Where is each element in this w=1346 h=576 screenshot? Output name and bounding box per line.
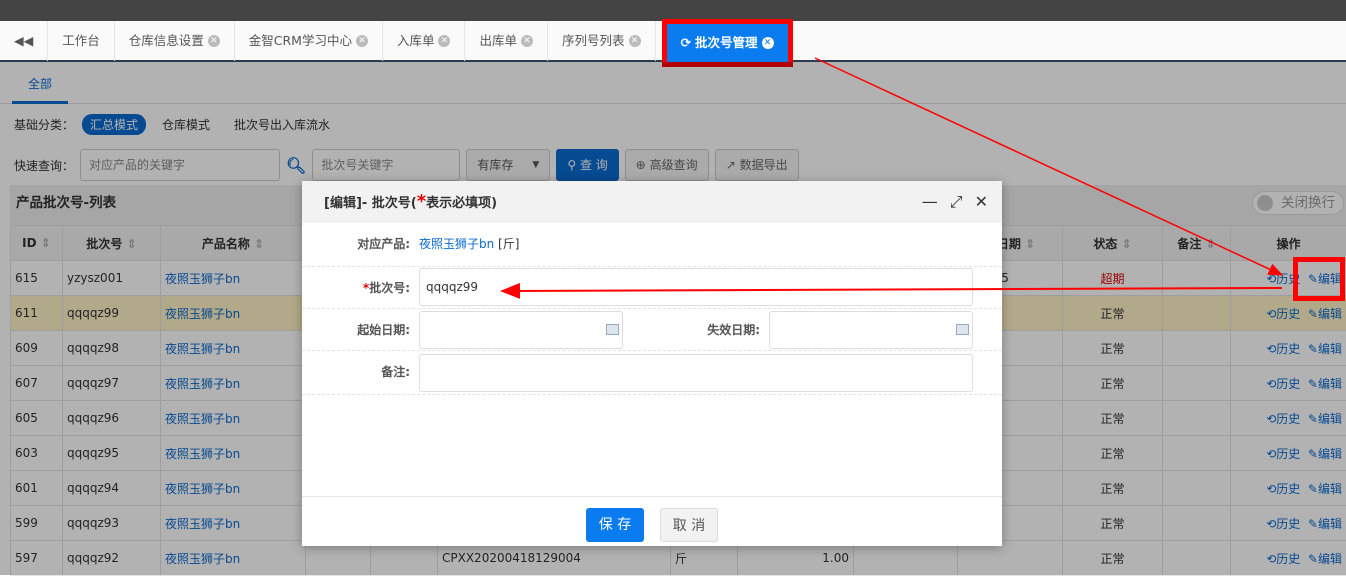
batch-input[interactable]: qqqqz99	[419, 268, 973, 306]
dialog-title: [编辑]- 批次号(	[324, 196, 417, 211]
tabs-back-button[interactable]: ◀◀	[0, 21, 48, 61]
tab-serial-list[interactable]: 序列号列表 ✕	[548, 21, 656, 61]
note-input[interactable]	[419, 354, 973, 392]
dialog-title-suffix: 表示必填项)	[426, 196, 497, 211]
tab-label: 序列号列表	[562, 21, 625, 61]
close-icon[interactable]: ✕	[521, 35, 533, 47]
tab-workbench[interactable]: 工作台	[48, 21, 115, 61]
calendar-icon[interactable]	[956, 324, 969, 335]
tab-batch-management[interactable]: ⟳批次号管理 ✕	[662, 19, 793, 67]
tab-outbound[interactable]: 出库单 ✕	[465, 21, 548, 61]
annotation-highlight-box	[1293, 257, 1345, 301]
tab-label: 出库单	[479, 21, 517, 61]
start-date-label: 起始日期:	[302, 321, 410, 338]
product-link[interactable]: 夜照玉狮子bn	[419, 237, 494, 251]
save-button[interactable]: 保 存	[586, 508, 644, 542]
tab-label: 仓库信息设置	[129, 21, 204, 61]
note-label: 备注:	[302, 363, 410, 380]
close-icon[interactable]: ✕	[356, 35, 368, 47]
dialog-header: [编辑]- 批次号(*表示必填项) — ⤢ ✕	[302, 181, 1002, 223]
close-icon[interactable]: ✕	[762, 37, 774, 49]
note-row: 备注:	[302, 351, 1002, 395]
close-icon[interactable]: ✕	[975, 181, 988, 223]
calendar-icon[interactable]	[606, 324, 619, 335]
batch-label: 批次号:	[369, 281, 410, 295]
tab-inbound[interactable]: 入库单✕	[383, 21, 466, 61]
close-icon[interactable]: ✕	[629, 35, 641, 47]
tab-bar: ◀◀ 工作台 仓库信息设置✕ 金智CRM学习中心✕ 入库单✕ 出库单✕ 序列号列…	[0, 21, 1346, 62]
tab-crm-learning[interactable]: 金智CRM学习中心 ✕	[235, 21, 383, 61]
tab-label: 入库单	[397, 21, 435, 61]
tab-label: 金智CRM学习中心	[249, 21, 352, 61]
product-unit: [斤]	[494, 237, 519, 251]
refresh-icon[interactable]: ⟳	[681, 23, 691, 63]
tab-label: 工作台	[62, 21, 100, 61]
start-date-input[interactable]	[419, 311, 623, 349]
end-date-label: 失效日期:	[652, 321, 760, 338]
product-row: 对应产品: 夜照玉狮子bn [斤]	[302, 223, 1002, 267]
close-icon[interactable]: ✕	[438, 35, 450, 47]
required-star: *	[417, 191, 426, 212]
minimize-icon[interactable]: —	[922, 181, 938, 223]
end-date-input[interactable]	[769, 311, 973, 349]
date-row: 起始日期: 失效日期:	[302, 309, 1002, 351]
batch-row: *批次号: qqqqz99	[302, 267, 1002, 309]
dialog-footer: 保 存 取 消	[302, 496, 1002, 546]
maximize-icon[interactable]: ⤢	[950, 181, 963, 223]
top-bar	[0, 0, 1346, 21]
tab-warehouse-settings[interactable]: 仓库信息设置 ✕	[115, 21, 235, 61]
product-label: 对应产品:	[302, 235, 410, 252]
cancel-button[interactable]: 取 消	[660, 508, 718, 542]
tab-label: 批次号管理	[695, 23, 758, 63]
edit-batch-dialog: [编辑]- 批次号(*表示必填项) —⤢✕ 对应产品: 夜照玉狮子bn [斤] …	[302, 181, 1002, 546]
close-icon[interactable]: ✕	[208, 35, 220, 47]
